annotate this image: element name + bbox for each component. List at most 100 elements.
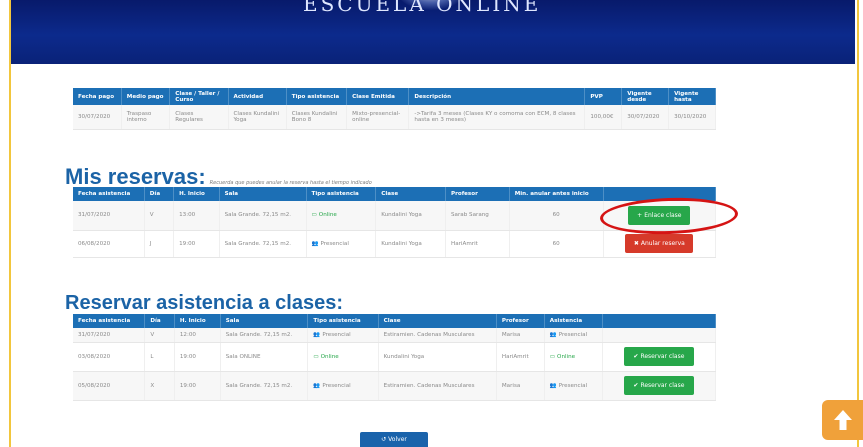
col-dia: Día (144, 187, 175, 201)
reservar-clase-button[interactable]: ✔ Reservar clase (623, 347, 694, 366)
cell-min: 60 (509, 201, 604, 231)
cell-profesor: Marisa (496, 328, 545, 343)
cell-fecha: 31/07/2020 (73, 328, 146, 343)
cell-sala: Sala Grande. 72,15 m2. (220, 371, 309, 401)
cell-tipo: 👥 Presencial (307, 371, 379, 401)
cell-sala: Sala ONLINE (220, 342, 309, 372)
button-label: Anular reserva (640, 240, 685, 247)
cell-clase: Estiramien. Cadenas Musculares (378, 328, 497, 343)
col-actividad: Actividad (228, 88, 287, 105)
reservar-table: Fecha asistencia Día H. Inicio Sala Tipo… (73, 314, 717, 401)
check-circle-icon: ✔ (633, 382, 639, 389)
cell-hora: 19:00 (173, 230, 220, 258)
cell-tipo: 👥 Presencial (306, 230, 377, 258)
check-circle-icon: ✔ (633, 353, 639, 360)
cell-profesor: HariAmrit (496, 342, 545, 372)
tipo-label: Presencial (322, 331, 351, 338)
cell-clase: Kundalini Yoga (375, 230, 446, 258)
tipo-label: Presencial (320, 240, 349, 247)
reservar-clase-button[interactable]: ✔ Reservar clase (623, 376, 694, 395)
col-sala: Sala (219, 187, 307, 201)
col-vigente-desde: Vigente desde (621, 88, 670, 105)
cell: 100,00€ (584, 105, 623, 130)
button-label: Reservar clase (640, 353, 685, 360)
site-logo[interactable]: ESCUELA ONLINE (303, 0, 541, 16)
col-vigente-hasta: Vigente hasta (668, 88, 716, 105)
table-row: 31/07/2020 V 12:00 Sala Grande. 72,15 m2… (73, 328, 717, 343)
cell: Clases Kundalini Bono 8 (286, 105, 348, 130)
cell-dia: V (144, 201, 175, 231)
cell-fecha: 06/08/2020 (73, 230, 145, 258)
cell-min: 60 (509, 230, 604, 258)
scroll-to-top-button[interactable] (822, 400, 863, 440)
cell: 30/07/2020 (621, 105, 670, 130)
cell-asistencia: 👥 Presencial (544, 371, 603, 401)
reservar-title: Reservar asistencia a clases: (65, 292, 343, 314)
table-row: 06/08/2020 J 19:00 Sala Grande. 72,15 m2… (73, 230, 717, 258)
cell-fecha: 31/07/2020 (73, 201, 145, 231)
cell-tipo: ▭ Online (306, 201, 377, 231)
cell-action: ✔ Reservar clase (602, 371, 717, 401)
monitor-icon: ▭ (313, 353, 319, 360)
cell: Clases Kundalini Yoga (228, 105, 287, 130)
col-clase-taller: Clase / Taller / Curso (169, 88, 229, 105)
cell-profesor: Marisa (496, 371, 545, 401)
col-tipo-asistencia: Tipo asistencia (307, 314, 379, 328)
volver-button[interactable]: ↺ Volver (360, 432, 428, 447)
cell-asistencia: ▭ Online (544, 342, 603, 372)
cell-sala: Sala Grande. 72,15 m2. (219, 201, 307, 231)
cell: Traspaso interno (121, 105, 171, 130)
col-fecha-asistencia: Fecha asistencia (73, 187, 145, 201)
col-clase: Clase (378, 314, 497, 328)
users-icon: 👥 (549, 331, 557, 338)
table-row: 05/08/2020 X 19:00 Sala Grande. 72,15 m2… (73, 371, 717, 401)
col-fecha-asistencia: Fecha asistencia (73, 314, 146, 328)
cell-action: ✔ Reservar clase (602, 342, 717, 372)
asistencia-label: Presencial (558, 382, 588, 389)
monitor-icon: ▭ (311, 212, 317, 219)
cell-hora: 19:00 (174, 371, 221, 401)
cell-dia: V (144, 328, 175, 343)
volver-label: Volver (388, 436, 407, 443)
users-icon: 👥 (313, 382, 321, 389)
tipo-label: Online (318, 212, 337, 219)
cell-clase: Kundalini Yoga (375, 201, 446, 231)
col-clase-emitida: Clase Emitida (346, 88, 410, 105)
cell-dia: L (144, 342, 175, 372)
cell-hora: 13:00 (173, 201, 220, 231)
cell-clase: Kundalini Yoga (378, 342, 497, 372)
col-min-anular: Min. anular antes inicio (509, 187, 604, 201)
cell-dia: X (144, 371, 175, 401)
cell-profesor: HariAmrit (445, 230, 510, 258)
cell-hora: 12:00 (174, 328, 221, 343)
table-row: 30/07/2020 Traspaso interno Clases Regul… (73, 105, 716, 130)
col-hora-inicio: H. Inicio (174, 314, 221, 328)
purchase-table: Fecha pago Medio pago Clase / Taller / C… (73, 88, 716, 130)
asistencia-label: Online (557, 353, 576, 360)
asistencia-label: Presencial (558, 331, 588, 338)
col-tipo-asistencia: Tipo asistencia (306, 187, 377, 201)
cell-sala: Sala Grande. 72,15 m2. (220, 328, 309, 343)
tipo-label: Online (320, 353, 339, 360)
col-tipo-asistencia: Tipo asistencia (286, 88, 348, 105)
col-clase: Clase (375, 187, 446, 201)
col-profesor: Profesor (496, 314, 545, 328)
col-action (602, 314, 717, 328)
cell: Clases Regulares (169, 105, 229, 130)
cell: Mixto-presencial-online (346, 105, 410, 130)
button-label: Reservar clase (640, 382, 685, 389)
header-banner: ESCUELA ONLINE (11, 0, 855, 64)
back-arrow-icon: ↺ (381, 436, 387, 443)
cell: ->Tarifa 3 meses (Clases KY o comoma con… (408, 105, 586, 130)
cell-asistencia: 👥 Presencial (544, 328, 603, 343)
col-descripcion: Descripción (408, 88, 586, 105)
cell-tipo: 👥 Presencial (307, 328, 379, 343)
anular-reserva-button[interactable]: ✖ Anular reserva (625, 234, 694, 253)
cell: 30/07/2020 (73, 105, 122, 130)
users-icon: 👥 (549, 382, 557, 389)
cell-tipo: ▭ Online (307, 342, 379, 372)
table-row: 03/08/2020 L 19:00 Sala ONLINE ▭ Online K… (73, 342, 717, 372)
cell: 30/10/2020 (668, 105, 716, 130)
cell-clase: Estiramien. Cadenas Musculares (378, 371, 497, 401)
cell-fecha: 05/08/2020 (73, 371, 146, 401)
